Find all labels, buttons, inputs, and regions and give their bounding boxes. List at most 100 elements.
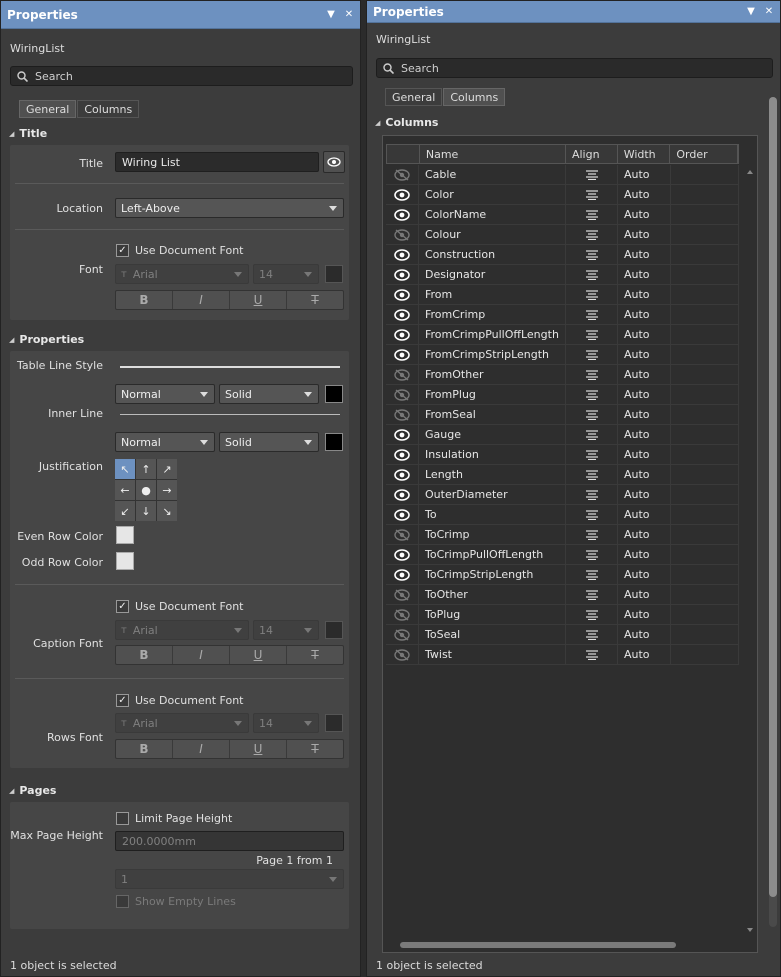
column-width[interactable]: Auto (618, 345, 671, 364)
font-color-swatch[interactable] (325, 265, 343, 283)
align-center-icon[interactable] (566, 165, 618, 184)
column-width[interactable]: Auto (618, 585, 671, 604)
align-center-icon[interactable] (566, 605, 618, 624)
column-width[interactable]: Auto (618, 245, 671, 264)
table-row[interactable]: Gauge Auto (386, 425, 739, 445)
eye-hidden-icon[interactable] (386, 645, 419, 664)
arrow-left-icon[interactable]: ← (115, 480, 135, 500)
column-order[interactable] (671, 645, 739, 664)
align-center-icon[interactable] (566, 325, 618, 344)
eye-icon[interactable] (386, 465, 419, 484)
panel-titlebar[interactable]: Properties ▼ ✕ (1, 1, 360, 29)
column-width[interactable]: Auto (618, 405, 671, 424)
column-width[interactable]: Auto (618, 505, 671, 524)
align-center-icon[interactable] (566, 445, 618, 464)
italic-button[interactable]: I (173, 646, 230, 664)
bold-button[interactable]: B (116, 740, 173, 758)
table-row[interactable]: Colour Auto (386, 225, 739, 245)
column-width[interactable]: Auto (618, 465, 671, 484)
column-order[interactable] (671, 325, 739, 344)
eye-icon[interactable] (386, 505, 419, 524)
arrow-down-icon[interactable]: ↓ (136, 501, 156, 521)
column-order[interactable] (671, 285, 739, 304)
align-center-icon[interactable] (566, 405, 618, 424)
align-center-icon[interactable] (566, 565, 618, 584)
column-order[interactable] (671, 385, 739, 404)
eye-icon[interactable] (386, 425, 419, 444)
table-row[interactable]: FromPlug Auto (386, 385, 739, 405)
tab-columns[interactable]: Columns (77, 100, 140, 118)
hscroll-thumb[interactable] (400, 942, 676, 948)
strikethrough-button[interactable]: T (287, 291, 343, 309)
close-icon[interactable]: ✕ (762, 6, 776, 17)
column-order[interactable] (671, 445, 739, 464)
caption-font-size-dropdown[interactable]: 14 (253, 620, 319, 640)
close-icon[interactable]: ✕ (342, 9, 356, 20)
table-line-width-dropdown[interactable]: Normal (115, 384, 215, 404)
column-width[interactable]: Auto (618, 365, 671, 384)
table-row[interactable]: Insulation Auto (386, 445, 739, 465)
align-center-icon[interactable] (566, 385, 618, 404)
font-name-dropdown[interactable]: ᴛ Arial (115, 264, 249, 284)
column-width[interactable]: Auto (618, 205, 671, 224)
table-row[interactable]: To Auto (386, 505, 739, 525)
eye-hidden-icon[interactable] (386, 385, 419, 404)
panel-menu-icon[interactable]: ▼ (324, 9, 338, 20)
align-center-icon[interactable] (566, 645, 618, 664)
eye-icon[interactable] (386, 265, 419, 284)
title-input[interactable]: Wiring List (115, 152, 319, 172)
bold-button[interactable]: B (116, 291, 173, 309)
align-center-icon[interactable] (566, 265, 618, 284)
eye-icon[interactable] (386, 485, 419, 504)
column-order[interactable] (671, 365, 739, 384)
center-dot-icon[interactable]: ● (136, 480, 156, 500)
table-row[interactable]: FromSeal Auto (386, 405, 739, 425)
align-center-icon[interactable] (566, 545, 618, 564)
location-dropdown[interactable]: Left-Above (115, 198, 344, 218)
table-row[interactable]: FromCrimp Auto (386, 305, 739, 325)
eye-icon[interactable] (386, 185, 419, 204)
show-empty-lines-checkbox[interactable]: Show Empty Lines (116, 895, 236, 908)
eye-hidden-icon[interactable] (386, 625, 419, 644)
table-horizontal-scrollbar[interactable] (386, 940, 739, 950)
table-row[interactable]: ToPlug Auto (386, 605, 739, 625)
align-center-icon[interactable] (566, 365, 618, 384)
column-order[interactable] (671, 585, 739, 604)
underline-button[interactable]: U (230, 646, 287, 664)
page-select-dropdown[interactable]: 1 (115, 869, 344, 889)
panel-titlebar[interactable]: Properties ▼ ✕ (367, 1, 780, 23)
arrow-up-icon[interactable]: ↑ (136, 459, 156, 479)
column-width[interactable]: Auto (618, 625, 671, 644)
align-center-icon[interactable] (566, 625, 618, 644)
column-order[interactable] (671, 425, 739, 444)
eye-icon[interactable] (386, 565, 419, 584)
limit-page-height-checkbox[interactable]: Limit Page Height (116, 812, 232, 825)
tab-columns[interactable]: Columns (443, 88, 506, 106)
table-line-color-swatch[interactable] (325, 385, 343, 403)
panel-vertical-scrollbar[interactable] (769, 97, 777, 927)
rows-font-size-dropdown[interactable]: 14 (253, 713, 319, 733)
rows-use-document-font-checkbox[interactable]: ✓ Use Document Font (116, 694, 243, 707)
column-width[interactable]: Auto (618, 525, 671, 544)
column-width[interactable]: Auto (618, 645, 671, 664)
inner-line-color-swatch[interactable] (325, 433, 343, 451)
title-visibility-button[interactable] (323, 151, 345, 173)
inner-line-style-dropdown[interactable]: Solid (219, 432, 319, 452)
scroll-up-icon[interactable] (747, 170, 753, 174)
eye-icon[interactable] (386, 205, 419, 224)
rows-font-name-dropdown[interactable]: ᴛ Arial (115, 713, 249, 733)
scroll-down-icon[interactable] (747, 928, 753, 932)
arrow-down-right-icon[interactable]: ↘ (157, 501, 177, 521)
eye-hidden-icon[interactable] (386, 225, 419, 244)
table-row[interactable]: Length Auto (386, 465, 739, 485)
column-width[interactable]: Auto (618, 305, 671, 324)
column-order[interactable] (671, 345, 739, 364)
column-width[interactable]: Auto (618, 545, 671, 564)
arrow-right-icon[interactable]: → (157, 480, 177, 500)
panel-menu-icon[interactable]: ▼ (744, 6, 758, 17)
column-order[interactable] (671, 405, 739, 424)
strikethrough-button[interactable]: T (287, 740, 343, 758)
column-order[interactable] (671, 605, 739, 624)
header-align[interactable]: Align (566, 145, 618, 163)
table-row[interactable]: FromCrimpPullOffLength Auto (386, 325, 739, 345)
